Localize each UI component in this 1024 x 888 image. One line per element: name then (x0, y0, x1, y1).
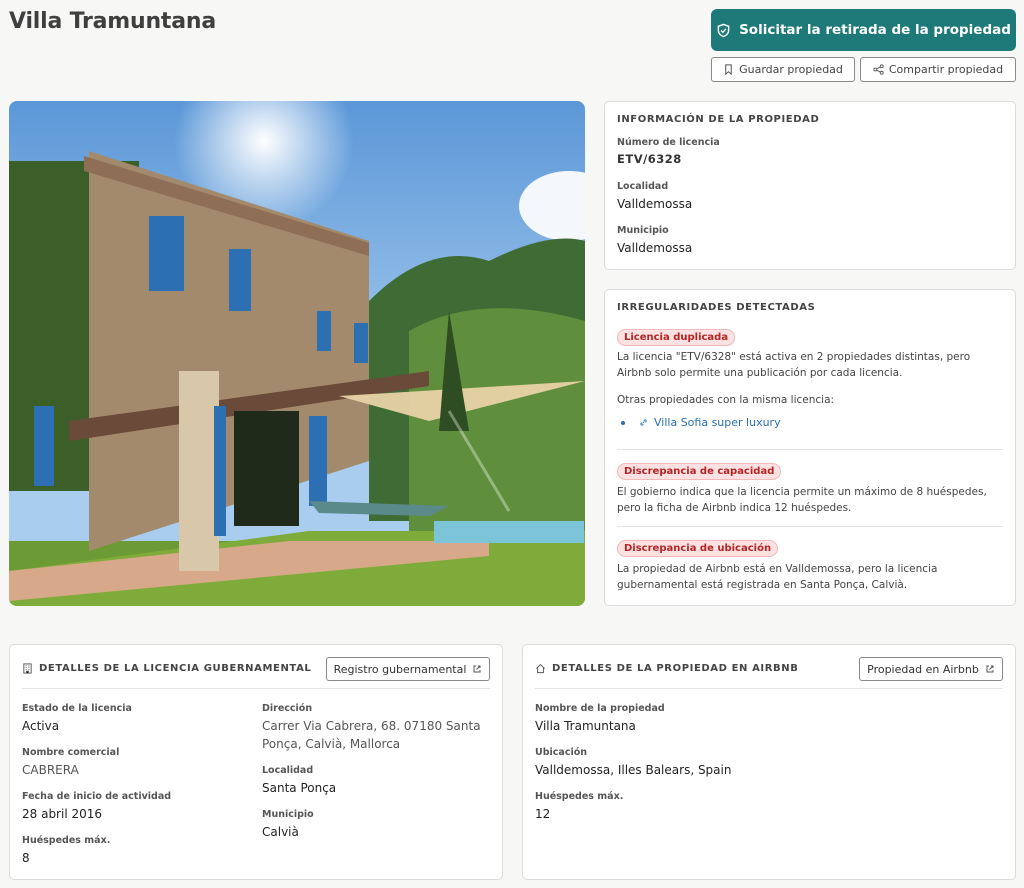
irregularities-heading: IRREGULARIDADES DETECTADAS (617, 302, 816, 313)
property-photo (9, 101, 585, 606)
irregularity-text: Airbnb solo permite una publicación por … (617, 367, 903, 379)
duplicate-property-link[interactable]: Villa Sofia super luxury (621, 416, 781, 429)
trade-name-label: Nombre comercial (22, 747, 120, 758)
irregularity-text: pero la ficha de Airbnb indica 12 huéspe… (617, 502, 852, 514)
license-status-label: Estado de la licencia (22, 703, 132, 714)
gov-locality-value: Santa Ponça (262, 781, 337, 795)
divider (617, 526, 1003, 527)
status-badge: Licencia duplicada (617, 329, 736, 346)
irregularity-item: Licencia duplicada (617, 325, 736, 346)
bullet-icon (621, 420, 625, 425)
airbnb-header: DETALLES DE LA PROPIEDAD EN AIRBNB (535, 663, 798, 674)
gov-license-heading: DETALLES DE LA LICENCIA GUBERNAMENTAL (39, 663, 312, 674)
page-title: Villa Tramuntana (9, 9, 216, 34)
external-link-icon (473, 665, 481, 673)
airbnb-card: DETALLES DE LA PROPIEDAD EN AIRBNB Propi… (522, 644, 1016, 880)
irregularity-item: Discrepancia de capacidad (617, 459, 782, 480)
gov-municipality-value: Calvià (262, 825, 299, 839)
max-guests-label: Huéspedes máx. (22, 835, 111, 846)
duplicate-properties-label: Otras propiedades con la misma licencia: (617, 394, 835, 406)
irregularity-text: gubernamental está registrada en Santa P… (617, 579, 908, 591)
license-number-label: Número de licencia (617, 137, 720, 148)
gov-license-card: DETALLES DE LA LICENCIA GUBERNAMENTAL Re… (9, 644, 503, 880)
locality-value: Valldemossa (617, 197, 693, 211)
airbnb-heading: DETALLES DE LA PROPIEDAD EN AIRBNB (552, 663, 799, 674)
airbnb-property-label: Propiedad en Airbnb (867, 662, 979, 676)
location-value: Valldemossa, Illes Balears, Spain (535, 763, 732, 777)
gov-license-header: DETALLES DE LA LICENCIA GUBERNAMENTAL (22, 663, 311, 674)
save-property-button[interactable]: Guardar propiedad (711, 57, 855, 82)
license-status-value: Activa (22, 719, 60, 733)
irregularity-text: La propiedad de Airbnb está en Valldemos… (617, 563, 938, 575)
bookmark-icon (725, 64, 732, 75)
building-icon (23, 663, 32, 674)
divider (617, 449, 1003, 450)
location-label: Ubicación (535, 747, 587, 758)
divider (22, 688, 490, 689)
irregularity-item: Discrepancia de ubicación (617, 536, 779, 557)
address-value: Ponça, Calvià, Mallorca (262, 737, 401, 751)
address-label: Dirección (262, 703, 313, 714)
external-link-icon (986, 665, 994, 673)
gov-registry-button[interactable]: Registro gubernamental (326, 657, 490, 681)
property-info-card: INFORMACIÓN DE LA PROPIEDAD Número de li… (604, 101, 1016, 270)
save-property-label: Guardar propiedad (739, 63, 843, 76)
gov-registry-label: Registro gubernamental (333, 662, 467, 676)
share-property-button[interactable]: Compartir propiedad (860, 57, 1016, 82)
status-badge: Discrepancia de ubicación (617, 540, 779, 557)
start-date-value: 28 abril 2016 (22, 807, 103, 821)
license-number-value: ETV/6328 (617, 152, 682, 166)
locality-label: Localidad (617, 181, 669, 192)
airbnb-property-button[interactable]: Propiedad en Airbnb (859, 657, 1003, 681)
property-name-value: Villa Tramuntana (535, 719, 636, 733)
gov-locality-label: Localidad (262, 765, 314, 776)
start-date-label: Fecha de inicio de actividad (22, 791, 172, 802)
request-removal-label: Solicitar la retirada de la propiedad (739, 22, 1011, 38)
max-guests-value: 8 (22, 851, 30, 865)
divider (535, 688, 1003, 689)
property-info-heading: INFORMACIÓN DE LA PROPIEDAD (617, 114, 820, 125)
share-icon (873, 64, 884, 75)
request-removal-button[interactable]: Solicitar la retirada de la propiedad (711, 9, 1016, 51)
address-value: Carrer Via Cabrera, 68. 07180 Santa (262, 719, 481, 733)
status-badge: Discrepancia de capacidad (617, 463, 782, 480)
irregularity-text: La licencia "ETV/6328" está activa en 2 … (617, 351, 971, 363)
share-property-label: Compartir propiedad (888, 63, 1004, 76)
duplicate-property-link-text: Villa Sofia super luxury (654, 416, 781, 429)
gov-municipality-label: Municipio (262, 809, 314, 820)
home-icon (536, 664, 545, 674)
link-icon (640, 419, 647, 426)
shield-icon (717, 23, 730, 37)
airbnb-max-guests-value: 12 (535, 807, 551, 821)
irregularities-card: IRREGULARIDADES DETECTADAS Licencia dupl… (604, 289, 1016, 606)
property-name-label: Nombre de la propiedad (535, 703, 665, 714)
municipality-value: Valldemossa (617, 241, 693, 255)
airbnb-max-guests-label: Huéspedes máx. (535, 791, 624, 802)
trade-name-value: CABRERA (22, 763, 79, 777)
irregularity-text: El gobierno indica que la licencia permi… (617, 486, 987, 498)
municipality-label: Municipio (617, 225, 669, 236)
